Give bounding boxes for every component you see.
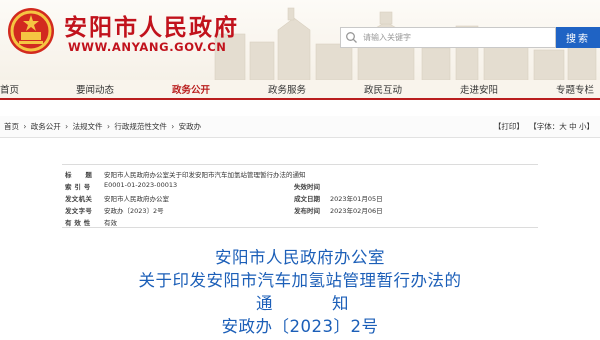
document-title-line1: 安阳市人民政府办公室 (215, 248, 385, 267)
meta-row-index: 索 引 号 E0001-01-2023-00013 失效时间 (62, 180, 538, 191)
meta-label: 发布时间 (294, 207, 320, 215)
document-meta-table: 标 题 安阳市人民政府办公室关于印发安阳市汽车加氢站管理暂行办法的通知 索 引 … (62, 164, 538, 228)
print-button[interactable]: 【打印】 (494, 122, 524, 131)
search-button[interactable]: 搜索 (556, 27, 600, 48)
nav-item-interaction[interactable]: 政民互动 (364, 82, 402, 96)
meta-label: 成文日期 (294, 195, 320, 203)
nav-item-topics[interactable]: 专题专栏 (556, 82, 594, 96)
site-url: WWW.ANYANG.GOV.CN (68, 40, 227, 54)
search-icon (346, 32, 357, 43)
meta-label: 索 引 号 (65, 183, 91, 191)
nav-item-services[interactable]: 政务服务 (268, 82, 306, 96)
nav-item-about[interactable]: 走进安阳 (460, 82, 498, 96)
search-box (340, 27, 556, 48)
meta-row-doc-number: 发文字号 安政办〔2023〕2号 发布时间 2023年02月06日 (62, 204, 538, 215)
meta-label: 标 题 (65, 171, 93, 179)
breadcrumb: 首页 › 政务公开 › 法规文件 › 行政规范性文件 › 安政办 (4, 121, 203, 132)
site-header: 安阳市人民政府 WWW.ANYANG.GOV.CN 搜索 (0, 0, 600, 80)
document-title-notice-char: 通 (256, 294, 273, 313)
main-nav: 首页 要闻动态 政务公开 政务服务 政民互动 走进安阳 专题专栏 (0, 80, 600, 100)
breadcrumb-normative-docs[interactable]: 行政规范性文件 (114, 122, 167, 131)
meta-label: 发文机关 (65, 195, 93, 203)
meta-value: 有效 (104, 219, 117, 227)
breadcrumb-gov-affairs[interactable]: 政务公开 (31, 122, 61, 131)
national-emblem-logo (8, 8, 54, 54)
breadcrumb-separator: › (23, 122, 27, 131)
document-number: 安政办〔2023〕2号 (221, 317, 379, 336)
breadcrumb-regulations[interactable]: 法规文件 (73, 122, 103, 131)
breadcrumb-separator: › (171, 122, 175, 131)
document-title-notice-char: 知 (332, 294, 349, 313)
breadcrumb-home[interactable]: 首页 (4, 122, 19, 131)
page-tools: 【打印】 【字体：大 中 小】 (491, 121, 594, 132)
nav-item-home[interactable]: 首页 (0, 82, 19, 96)
breadcrumb-separator: › (106, 122, 110, 131)
breadcrumb-separator: › (65, 122, 69, 131)
nav-item-gov-affairs[interactable]: 政务公开 (172, 82, 210, 96)
meta-label: 发文字号 (65, 207, 93, 215)
meta-value: 安政办〔2023〕2号 (104, 207, 164, 215)
meta-row-issuer: 发文机关 安阳市人民政府办公室 成文日期 2023年01月05日 (62, 192, 538, 203)
meta-label: 有 效 性 (65, 219, 91, 227)
breadcrumb-current[interactable]: 安政办 (179, 122, 202, 131)
breadcrumb-bar: 首页 › 政务公开 › 法规文件 › 行政规范性文件 › 安政办 【打印】 【字… (0, 116, 600, 138)
meta-value: 安阳市人民政府办公室 (104, 195, 169, 203)
document-title-line2: 关于印发安阳市汽车加氢站管理暂行办法的 (138, 271, 462, 290)
meta-value: 2023年01月05日 (330, 195, 383, 203)
font-size-selector[interactable]: 【字体：大 中 小】 (529, 122, 594, 131)
meta-value: 2023年02月06日 (330, 207, 383, 215)
nav-item-news[interactable]: 要闻动态 (76, 82, 114, 96)
meta-row-validity: 有 效 性 有效 (62, 216, 538, 227)
site-title: 安阳市人民政府 (64, 14, 239, 41)
meta-value: 安阳市人民政府办公室关于印发安阳市汽车加氢站管理暂行办法的通知 (104, 171, 306, 179)
meta-label: 失效时间 (294, 183, 320, 191)
meta-value: E0001-01-2023-00013 (104, 181, 178, 189)
meta-row-title: 标 题 安阳市人民政府办公室关于印发安阳市汽车加氢站管理暂行办法的通知 (62, 168, 538, 179)
search-input[interactable] (363, 29, 553, 46)
